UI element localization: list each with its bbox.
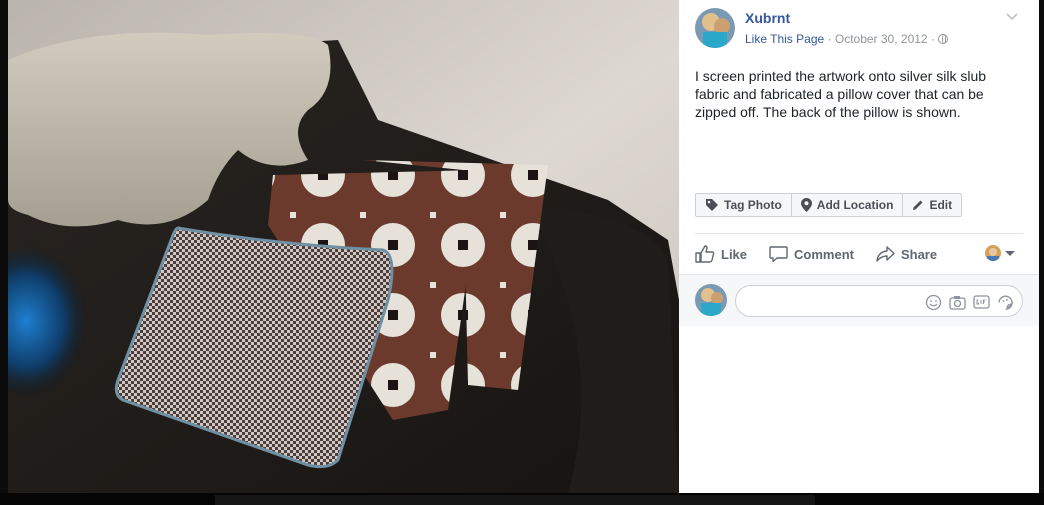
post-date[interactable]: October 30, 2012 — [835, 32, 928, 46]
meta-separator: · — [827, 32, 832, 46]
share-button[interactable]: Share — [876, 246, 937, 262]
reaction-audience-selector[interactable] — [985, 245, 1015, 261]
comment-attachments — [924, 293, 1014, 311]
viewer-avatar — [985, 245, 1001, 261]
reaction-bar: Like Comment Share — [695, 240, 1023, 268]
post-meta: Like This Page · October 30, 2012 · — [745, 32, 949, 46]
photo-actions-bar: Tag Photo Add Location Edit — [695, 193, 963, 217]
edit-label: Edit — [929, 198, 953, 212]
pencil-icon — [913, 200, 923, 210]
tag-photo-label: Tag Photo — [724, 198, 782, 212]
comment-label: Comment — [794, 246, 854, 262]
post-caption: I screen printed the artwork onto silver… — [695, 68, 987, 120]
chevron-down-icon[interactable] — [1005, 9, 1019, 23]
commenter-avatar — [695, 284, 727, 316]
thumbs-up-icon — [695, 245, 715, 263]
comment-bubble-icon — [769, 246, 788, 263]
photo-strip-thumbnails — [215, 495, 815, 505]
globe-icon[interactable] — [938, 34, 949, 44]
comment-input-box[interactable] — [735, 285, 1023, 317]
add-location-button[interactable]: Add Location — [792, 194, 904, 216]
comment-button[interactable]: Comment — [769, 245, 854, 263]
page-name-link[interactable]: Xubrnt — [745, 10, 790, 26]
viewer-backdrop-right — [1039, 0, 1044, 505]
share-arrow-icon — [876, 246, 895, 262]
edit-button[interactable]: Edit — [903, 194, 961, 216]
share-label: Share — [900, 246, 938, 262]
post-details-panel: Xubrnt Like This Page · October 30, 2012… — [679, 0, 1039, 493]
sticker-icon[interactable] — [996, 293, 1014, 311]
caret-down-icon — [1005, 250, 1015, 256]
page-avatar-image — [695, 8, 735, 48]
photo-image — [8, 0, 679, 493]
tag-photo-button[interactable]: Tag Photo — [696, 194, 792, 216]
like-page-link[interactable]: Like This Page — [745, 32, 824, 46]
camera-icon[interactable] — [948, 293, 966, 311]
emoji-icon[interactable] — [924, 293, 942, 311]
location-pin-icon — [800, 198, 812, 212]
add-location-label: Add Location — [816, 198, 894, 212]
post-photo[interactable] — [8, 0, 679, 493]
like-label: Like — [721, 246, 748, 262]
page-avatar[interactable] — [695, 8, 735, 48]
comment-input[interactable] — [748, 293, 918, 309]
gif-icon[interactable] — [972, 293, 990, 311]
viewer-backdrop-left — [0, 0, 8, 505]
comment-composer — [679, 274, 1039, 326]
tag-icon — [706, 199, 718, 211]
like-button[interactable]: Like — [695, 245, 747, 263]
divider — [695, 233, 1023, 234]
meta-separator: · — [930, 32, 935, 46]
